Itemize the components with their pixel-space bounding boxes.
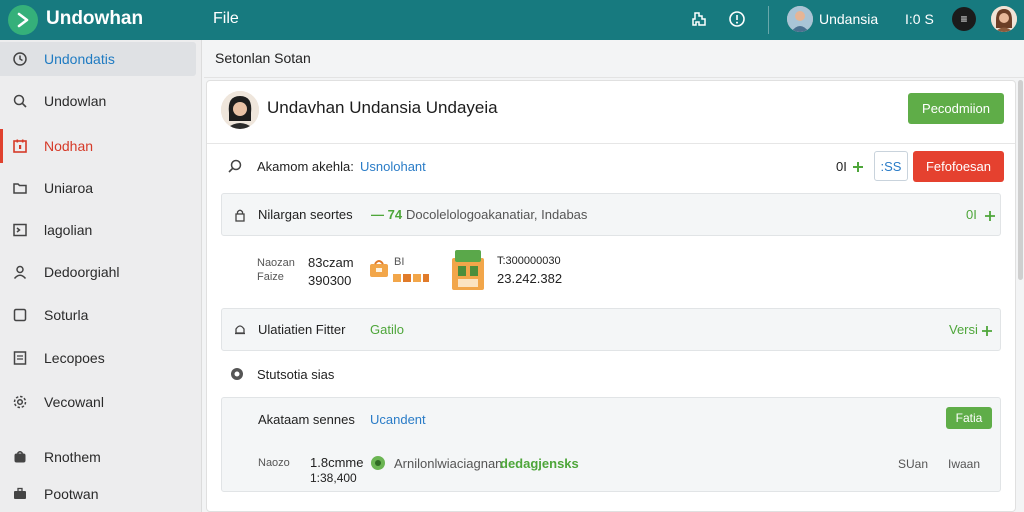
danger-button[interactable]: Fefofoesan xyxy=(913,151,1004,182)
panel-desc-plain: Arnilonlwiaciagnan xyxy=(394,456,503,471)
stat-number-1: T:300000030 xyxy=(497,255,561,267)
briefcase-icon xyxy=(12,486,28,502)
content-card: Undavhan Undansia Undayeia Pecodmiion Ak… xyxy=(206,80,1016,512)
panel-nilargan[interactable]: Nilargan seortes — 74 Docolelologoakanat… xyxy=(221,193,1001,236)
panel-akataam[interactable]: Akataam sennes Ucandent Fatia Naozo 1.8c… xyxy=(221,397,1001,492)
search-value[interactable]: Usnolohant xyxy=(360,159,426,174)
status-dot-icon xyxy=(370,455,386,471)
panel-label: Nilargan seortes xyxy=(258,207,353,222)
puzzle-icon[interactable] xyxy=(688,8,710,30)
scrollbar[interactable] xyxy=(1018,80,1023,280)
sidebar-item-label: Undondatis xyxy=(44,51,115,67)
search-icon xyxy=(227,158,243,174)
page-title: Setonlan Sotan xyxy=(215,50,311,66)
sidebar-item-label: Undowlan xyxy=(44,93,107,109)
sidebar-item-nodhan[interactable]: Nodhan xyxy=(0,129,196,163)
sidebar-item-rnothem[interactable]: Rnothem xyxy=(0,440,196,474)
stat-label-1: Naozan xyxy=(257,257,295,269)
toolbar-divider xyxy=(768,6,769,34)
storefront-icon xyxy=(449,248,487,292)
sidebar-item-vecowanl[interactable]: Vecowanl xyxy=(0,385,196,419)
panel-value[interactable]: Ucandent xyxy=(370,412,426,427)
sidebar-item-label: lagolian xyxy=(44,222,93,238)
sidebar-item-label: Pootwan xyxy=(44,486,99,502)
stat-value-2: 390300 xyxy=(308,273,352,288)
panel-sub-value-1: 1.8cmme xyxy=(310,455,364,470)
search-count: 0I xyxy=(836,159,847,174)
plus-icon[interactable] xyxy=(979,323,995,339)
search-label: Akamom akehla: xyxy=(257,159,354,174)
sidebar-item-soturla[interactable]: Soturla xyxy=(0,298,196,332)
sidebar-item-dedoorgiahl[interactable]: Dedoorgiahl xyxy=(0,255,196,289)
shipment-icon xyxy=(393,270,429,282)
panel-value[interactable]: Gatilo xyxy=(370,322,404,337)
card-title: Undavhan Undansia Undayeia xyxy=(267,98,498,117)
package-icon xyxy=(368,257,390,279)
user-avatar[interactable] xyxy=(787,6,813,32)
sidebar-item-pootwan[interactable]: Pootwan xyxy=(0,477,196,511)
panel-filter[interactable]: Ulatiatien Fitter Gatilo Versi xyxy=(221,308,1001,351)
panel-right-1: SUan xyxy=(898,457,929,471)
sidebar-item-label: Soturla xyxy=(44,307,89,323)
stat-number-2: 23.242.382 xyxy=(497,271,563,286)
status-count: I:0 S xyxy=(905,11,934,27)
sidebar-item-lecopoes[interactable]: Lecopoes xyxy=(0,341,196,375)
sidebar-item-label: Rnothem xyxy=(44,449,101,465)
panel-right-2: Iwaan xyxy=(948,457,981,471)
user-name[interactable]: Undansia xyxy=(819,11,878,27)
panel-action-button[interactable]: Fatia xyxy=(946,407,992,429)
panel-label: Akataam sennes xyxy=(258,412,355,427)
app-title: Undowhan xyxy=(46,8,144,29)
top-bar: Undowhan File Undansia I:0 S ≡ xyxy=(0,0,1024,40)
card-avatar xyxy=(221,91,259,129)
sidebar: Undondatis Undowlan Nodhan Uniaroa lagol… xyxy=(0,40,202,512)
sidebar-item-label: Dedoorgiahl xyxy=(44,264,120,280)
sidebar-item-undondatis[interactable]: Undondatis xyxy=(0,42,196,76)
stat-mid-label: BI xyxy=(394,256,405,268)
sidebar-item-label: Nodhan xyxy=(44,138,94,154)
terminal-icon xyxy=(12,222,28,238)
panel-desc-green[interactable]: dedagjensks xyxy=(500,456,579,471)
stat-label-2: Faize xyxy=(257,271,284,283)
stat-value-1: 83czam xyxy=(308,255,354,270)
sidebar-item-uniaroa[interactable]: Uniaroa xyxy=(0,171,196,205)
plus-icon[interactable] xyxy=(982,208,998,224)
sidebar-item-undowlan[interactable]: Undowlan xyxy=(0,84,196,118)
menu-badge[interactable]: ≡ xyxy=(952,7,976,31)
lock-icon xyxy=(232,207,248,223)
plus-icon[interactable] xyxy=(850,159,866,175)
panel-badge: — 74 xyxy=(371,207,403,222)
divider xyxy=(207,143,1015,144)
section-title: Stutsotia sias xyxy=(257,367,335,382)
list-icon xyxy=(12,350,28,366)
info-icon[interactable] xyxy=(726,8,748,30)
panel-sub-value-2: 1:38,400 xyxy=(310,471,357,485)
bell-icon xyxy=(232,322,248,338)
settings-icon xyxy=(12,394,28,410)
search-icon xyxy=(12,93,28,109)
sidebar-item-label: Uniaroa xyxy=(44,180,94,196)
panel-description: Docolelologoakanatiar, Indabas xyxy=(406,207,588,222)
square-icon xyxy=(12,307,28,323)
app-logo-icon[interactable] xyxy=(8,5,38,35)
user-icon xyxy=(12,264,28,280)
folder-icon xyxy=(12,180,28,196)
main-header: Setonlan Sotan xyxy=(204,40,1024,78)
sidebar-item-label: Lecopoes xyxy=(44,350,105,366)
panel-right-value: Versi xyxy=(949,322,978,337)
sidebar-item-lagolian[interactable]: lagolian xyxy=(0,213,196,247)
panel-right-value: 0I xyxy=(966,207,977,222)
bag-icon xyxy=(12,449,28,465)
chat-icon xyxy=(229,366,245,382)
calendar-icon xyxy=(12,138,28,154)
clock-icon xyxy=(12,51,28,67)
primary-button[interactable]: Pecodmiion xyxy=(908,93,1004,124)
panel-sub-label: Naozo xyxy=(258,457,290,469)
panel-label: Ulatiatien Fitter xyxy=(258,322,346,337)
profile-avatar[interactable] xyxy=(991,6,1017,32)
menu-file[interactable]: File xyxy=(213,10,239,28)
filter-chip[interactable]: :SS xyxy=(874,151,908,181)
sidebar-item-label: Vecowanl xyxy=(44,394,104,410)
